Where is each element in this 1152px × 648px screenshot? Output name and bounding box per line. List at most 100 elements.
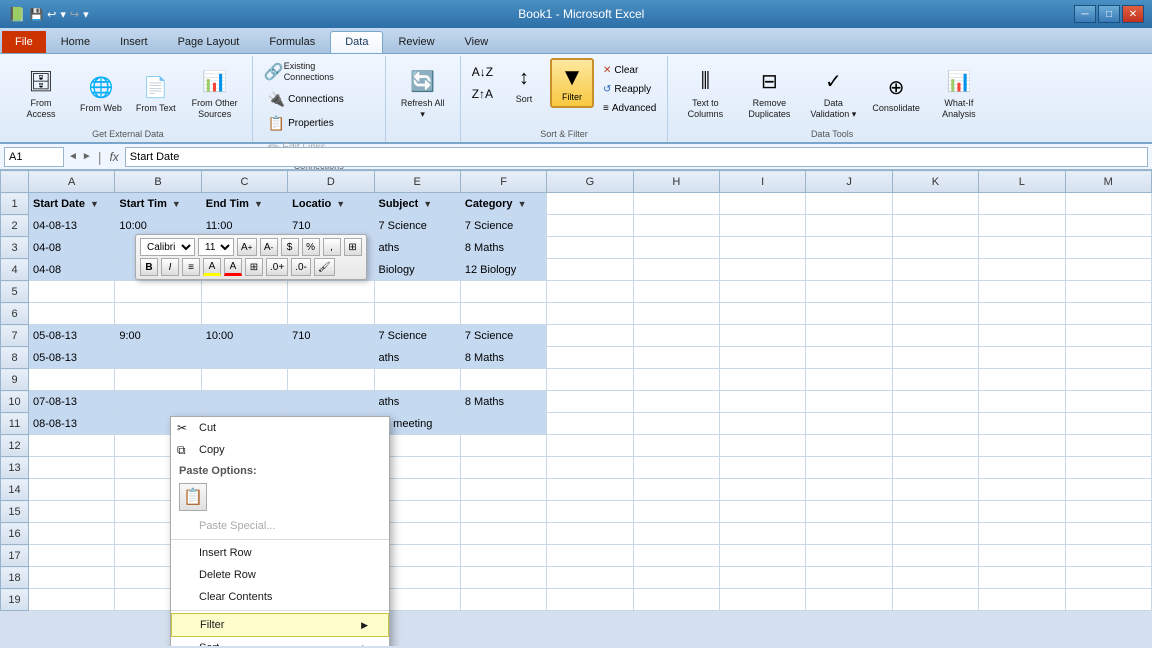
sort-button[interactable]: ↕ Sort: [502, 58, 546, 109]
cell-l1[interactable]: [979, 193, 1065, 215]
cell-k6[interactable]: [892, 303, 978, 325]
filter-button[interactable]: ▼ Filter: [550, 58, 594, 108]
cell-g4[interactable]: [547, 259, 633, 281]
reapply-button[interactable]: ↺ Reapply: [598, 81, 661, 98]
cell-j10[interactable]: [806, 391, 892, 413]
cell-l10[interactable]: [979, 391, 1065, 413]
cell-k3[interactable]: [892, 237, 978, 259]
cell-i3[interactable]: [720, 237, 806, 259]
row-num-8[interactable]: 8: [1, 347, 29, 369]
cell-a8[interactable]: 05-08-13: [29, 347, 115, 369]
cell-e2[interactable]: 7 Science: [374, 215, 460, 237]
maximize-btn[interactable]: □: [1098, 5, 1120, 23]
cell-i6[interactable]: [720, 303, 806, 325]
cell-k4[interactable]: [892, 259, 978, 281]
cell-g2[interactable]: [547, 215, 633, 237]
tab-view[interactable]: View: [450, 31, 504, 53]
align-btn[interactable]: ≡: [182, 258, 200, 276]
row-num-11[interactable]: 11: [1, 413, 29, 435]
cell-m11[interactable]: [1065, 413, 1152, 435]
cell-i4[interactable]: [720, 259, 806, 281]
cell-f8[interactable]: 8 Maths: [460, 347, 546, 369]
advanced-button[interactable]: ≡ Advanced: [598, 100, 661, 117]
row-num-6[interactable]: 6: [1, 303, 29, 325]
cell-f1[interactable]: Category ▼: [460, 193, 546, 215]
col-header-g[interactable]: G: [547, 171, 633, 193]
cell-f9[interactable]: [460, 369, 546, 391]
cell-e4[interactable]: Biology: [374, 259, 460, 281]
data-validation-button[interactable]: ✓ Data Validation ▾: [802, 62, 864, 124]
tab-formulas[interactable]: Formulas: [254, 31, 330, 53]
save-btn[interactable]: 💾: [29, 8, 43, 21]
cell-d7[interactable]: 710: [288, 325, 374, 347]
cell-a9[interactable]: [29, 369, 115, 391]
properties-button[interactable]: 📋 Properties: [263, 112, 349, 135]
text-to-columns-button[interactable]: ⫼ Text to Columns: [674, 62, 736, 124]
cell-d8[interactable]: [288, 347, 374, 369]
cell-g7[interactable]: [547, 325, 633, 347]
cell-l9[interactable]: [979, 369, 1065, 391]
minimize-btn[interactable]: ─: [1074, 5, 1096, 23]
cell-m10[interactable]: [1065, 391, 1152, 413]
tab-insert[interactable]: Insert: [105, 31, 163, 53]
cell-h10[interactable]: [633, 391, 719, 413]
cell-e8[interactable]: aths: [374, 347, 460, 369]
formula-input[interactable]: [125, 147, 1148, 167]
tab-file[interactable]: File: [2, 31, 46, 53]
cell-i5[interactable]: [720, 281, 806, 303]
cell-d1[interactable]: Locatio ▼: [288, 193, 374, 215]
cell-i7[interactable]: [720, 325, 806, 347]
cell-l3[interactable]: [979, 237, 1065, 259]
col-header-b[interactable]: B: [115, 171, 201, 193]
cell-e6[interactable]: [374, 303, 460, 325]
row-num-9[interactable]: 9: [1, 369, 29, 391]
row-num-19[interactable]: 19: [1, 589, 29, 611]
col-header-k[interactable]: K: [892, 171, 978, 193]
ctx-copy[interactable]: ⧉ Copy: [171, 439, 389, 461]
decimal-dec-btn[interactable]: .0-: [291, 258, 311, 276]
customize-btn[interactable]: ▾: [83, 8, 89, 21]
ctx-delete-row[interactable]: Delete Row: [171, 564, 389, 586]
cell-h11[interactable]: [633, 413, 719, 435]
cell-i9[interactable]: [720, 369, 806, 391]
col-header-e[interactable]: E: [374, 171, 460, 193]
cell-g10[interactable]: [547, 391, 633, 413]
remove-duplicates-button[interactable]: ⊟ Remove Duplicates: [738, 62, 800, 124]
cell-j9[interactable]: [806, 369, 892, 391]
close-btn[interactable]: ✕: [1122, 5, 1144, 23]
cell-e3[interactable]: aths: [374, 237, 460, 259]
row-num-18[interactable]: 18: [1, 567, 29, 589]
comma-btn[interactable]: ,: [323, 238, 341, 256]
redo-btn[interactable]: ↪: [70, 8, 79, 21]
table-format-btn[interactable]: ⊞: [344, 238, 362, 256]
cell-b8[interactable]: [115, 347, 201, 369]
existing-connections-button[interactable]: 🔗 Existing Connections: [259, 58, 379, 86]
font-size-select[interactable]: 11: [198, 238, 234, 256]
format-painter-btn[interactable]: 🖌: [314, 258, 335, 276]
cell-i8[interactable]: [720, 347, 806, 369]
ctx-filter[interactable]: Filter ▶: [171, 613, 389, 637]
nav-right[interactable]: ►: [82, 151, 92, 162]
cell-k9[interactable]: [892, 369, 978, 391]
col-header-i[interactable]: I: [720, 171, 806, 193]
cell-k7[interactable]: [892, 325, 978, 347]
cell-a7[interactable]: 05-08-13: [29, 325, 115, 347]
dollar-btn[interactable]: $: [281, 238, 299, 256]
cell-j7[interactable]: [806, 325, 892, 347]
col-header-m[interactable]: M: [1065, 171, 1152, 193]
cell-a11[interactable]: 08-08-13: [29, 413, 115, 435]
cell-k1[interactable]: [892, 193, 978, 215]
row-num-5[interactable]: 5: [1, 281, 29, 303]
cell-b10[interactable]: [115, 391, 201, 413]
decimal-inc-btn[interactable]: .0+: [266, 258, 288, 276]
cell-d5[interactable]: [288, 281, 374, 303]
highlight-color-btn[interactable]: A: [203, 258, 221, 276]
cell-j3[interactable]: [806, 237, 892, 259]
row-num-14[interactable]: 14: [1, 479, 29, 501]
cell-m6[interactable]: [1065, 303, 1152, 325]
cell-h6[interactable]: [633, 303, 719, 325]
cell-h3[interactable]: [633, 237, 719, 259]
cell-i10[interactable]: [720, 391, 806, 413]
cell-j2[interactable]: [806, 215, 892, 237]
cell-reference-box[interactable]: [4, 147, 64, 167]
